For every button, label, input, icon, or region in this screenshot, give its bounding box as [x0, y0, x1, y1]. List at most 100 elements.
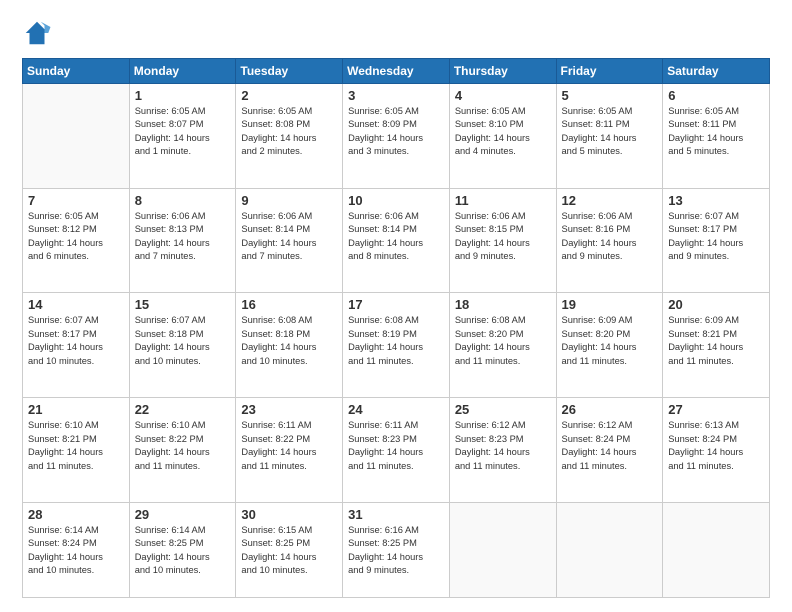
week-row-1: 1 Sunrise: 6:05 AMSunset: 8:07 PMDaylight…: [23, 84, 770, 189]
calendar-cell: 9 Sunrise: 6:06 AMSunset: 8:14 PMDaylight…: [236, 188, 343, 293]
day-info: Sunrise: 6:05 AMSunset: 8:09 PMDaylight:…: [348, 105, 444, 159]
calendar-cell: 16 Sunrise: 6:08 AMSunset: 8:18 PMDayligh…: [236, 293, 343, 398]
day-info: Sunrise: 6:14 AMSunset: 8:24 PMDaylight:…: [28, 524, 124, 578]
calendar-cell: 19 Sunrise: 6:09 AMSunset: 8:20 PMDayligh…: [556, 293, 663, 398]
calendar-cell: 1 Sunrise: 6:05 AMSunset: 8:07 PMDaylight…: [129, 84, 236, 189]
calendar-cell: [556, 502, 663, 597]
week-row-5: 28 Sunrise: 6:14 AMSunset: 8:24 PMDayligh…: [23, 502, 770, 597]
calendar-cell: 12 Sunrise: 6:06 AMSunset: 8:16 PMDayligh…: [556, 188, 663, 293]
week-row-2: 7Sunrise: 6:05 AMSunset: 8:12 PMDaylight…: [23, 188, 770, 293]
day-info: Sunrise: 6:06 AMSunset: 8:14 PMDaylight:…: [348, 210, 444, 264]
day-number: 2: [241, 88, 337, 103]
calendar-cell: 23 Sunrise: 6:11 AMSunset: 8:22 PMDayligh…: [236, 398, 343, 503]
calendar-cell: 10 Sunrise: 6:06 AMSunset: 8:14 PMDayligh…: [343, 188, 450, 293]
day-number: 13: [668, 193, 764, 208]
day-number: 10: [348, 193, 444, 208]
day-number: 9: [241, 193, 337, 208]
day-info: Sunrise: 6:11 AMSunset: 8:22 PMDaylight:…: [241, 419, 337, 473]
day-number: 18: [455, 297, 551, 312]
calendar-table: SundayMondayTuesdayWednesdayThursdayFrid…: [22, 58, 770, 598]
day-number: 27: [668, 402, 764, 417]
header: [22, 18, 770, 48]
weekday-header-monday: Monday: [129, 59, 236, 84]
day-info: Sunrise: 6:14 AMSunset: 8:25 PMDaylight:…: [135, 524, 231, 578]
day-info: Sunrise: 6:08 AMSunset: 8:18 PMDaylight:…: [241, 314, 337, 368]
day-number: 3: [348, 88, 444, 103]
calendar-cell: [663, 502, 770, 597]
day-info: Sunrise: 6:08 AMSunset: 8:20 PMDaylight:…: [455, 314, 551, 368]
week-row-3: 14 Sunrise: 6:07 AMSunset: 8:17 PMDayligh…: [23, 293, 770, 398]
calendar-cell: 25 Sunrise: 6:12 AMSunset: 8:23 PMDayligh…: [449, 398, 556, 503]
calendar-cell: 28 Sunrise: 6:14 AMSunset: 8:24 PMDayligh…: [23, 502, 130, 597]
day-info: Sunrise: 6:07 AMSunset: 8:18 PMDaylight:…: [135, 314, 231, 368]
calendar-cell: 27Sunrise: 6:13 AMSunset: 8:24 PMDayligh…: [663, 398, 770, 503]
calendar-cell: 3 Sunrise: 6:05 AMSunset: 8:09 PMDaylight…: [343, 84, 450, 189]
day-info: Sunrise: 6:16 AMSunset: 8:25 PMDaylight:…: [348, 524, 444, 578]
day-number: 26: [562, 402, 658, 417]
weekday-header-tuesday: Tuesday: [236, 59, 343, 84]
day-info: Sunrise: 6:11 AMSunset: 8:23 PMDaylight:…: [348, 419, 444, 473]
day-number: 21: [28, 402, 124, 417]
calendar-cell: 5 Sunrise: 6:05 AMSunset: 8:11 PMDaylight…: [556, 84, 663, 189]
day-number: 17: [348, 297, 444, 312]
page: SundayMondayTuesdayWednesdayThursdayFrid…: [0, 0, 792, 612]
calendar-cell: 4Sunrise: 6:05 AMSunset: 8:10 PMDaylight…: [449, 84, 556, 189]
calendar-cell: 2 Sunrise: 6:05 AMSunset: 8:08 PMDaylight…: [236, 84, 343, 189]
day-number: 11: [455, 193, 551, 208]
day-number: 12: [562, 193, 658, 208]
calendar-cell: 8 Sunrise: 6:06 AMSunset: 8:13 PMDaylight…: [129, 188, 236, 293]
day-number: 25: [455, 402, 551, 417]
day-info: Sunrise: 6:05 AMSunset: 8:12 PMDaylight:…: [28, 210, 124, 264]
calendar-cell: 11 Sunrise: 6:06 AMSunset: 8:15 PMDayligh…: [449, 188, 556, 293]
calendar-cell: [449, 502, 556, 597]
day-info: Sunrise: 6:08 AMSunset: 8:19 PMDaylight:…: [348, 314, 444, 368]
calendar-cell: 18 Sunrise: 6:08 AMSunset: 8:20 PMDayligh…: [449, 293, 556, 398]
day-info: Sunrise: 6:05 AMSunset: 8:08 PMDaylight:…: [241, 105, 337, 159]
day-number: 28: [28, 507, 124, 522]
day-number: 14: [28, 297, 124, 312]
week-row-4: 21Sunrise: 6:10 AMSunset: 8:21 PMDayligh…: [23, 398, 770, 503]
logo-icon: [22, 18, 52, 48]
calendar-cell: 20Sunrise: 6:09 AMSunset: 8:21 PMDayligh…: [663, 293, 770, 398]
day-info: Sunrise: 6:12 AMSunset: 8:23 PMDaylight:…: [455, 419, 551, 473]
day-number: 23: [241, 402, 337, 417]
weekday-header-row: SundayMondayTuesdayWednesdayThursdayFrid…: [23, 59, 770, 84]
day-number: 24: [348, 402, 444, 417]
day-number: 1: [135, 88, 231, 103]
day-info: Sunrise: 6:15 AMSunset: 8:25 PMDaylight:…: [241, 524, 337, 578]
day-info: Sunrise: 6:06 AMSunset: 8:13 PMDaylight:…: [135, 210, 231, 264]
day-number: 8: [135, 193, 231, 208]
day-number: 22: [135, 402, 231, 417]
day-number: 19: [562, 297, 658, 312]
day-number: 6: [668, 88, 764, 103]
day-info: Sunrise: 6:07 AMSunset: 8:17 PMDaylight:…: [28, 314, 124, 368]
day-number: 16: [241, 297, 337, 312]
weekday-header-thursday: Thursday: [449, 59, 556, 84]
calendar-cell: 17 Sunrise: 6:08 AMSunset: 8:19 PMDayligh…: [343, 293, 450, 398]
calendar-cell: 14 Sunrise: 6:07 AMSunset: 8:17 PMDayligh…: [23, 293, 130, 398]
day-number: 4: [455, 88, 551, 103]
day-info: Sunrise: 6:06 AMSunset: 8:16 PMDaylight:…: [562, 210, 658, 264]
day-info: Sunrise: 6:06 AMSunset: 8:15 PMDaylight:…: [455, 210, 551, 264]
day-info: Sunrise: 6:09 AMSunset: 8:20 PMDaylight:…: [562, 314, 658, 368]
calendar-cell: 24 Sunrise: 6:11 AMSunset: 8:23 PMDayligh…: [343, 398, 450, 503]
day-info: Sunrise: 6:05 AMSunset: 8:11 PMDaylight:…: [562, 105, 658, 159]
day-number: 5: [562, 88, 658, 103]
day-info: Sunrise: 6:05 AMSunset: 8:11 PMDaylight:…: [668, 105, 764, 159]
day-number: 31: [348, 507, 444, 522]
calendar-cell: 21Sunrise: 6:10 AMSunset: 8:21 PMDayligh…: [23, 398, 130, 503]
day-info: Sunrise: 6:10 AMSunset: 8:22 PMDaylight:…: [135, 419, 231, 473]
day-info: Sunrise: 6:05 AMSunset: 8:07 PMDaylight:…: [135, 105, 231, 159]
weekday-header-saturday: Saturday: [663, 59, 770, 84]
calendar-cell: 22 Sunrise: 6:10 AMSunset: 8:22 PMDayligh…: [129, 398, 236, 503]
day-info: Sunrise: 6:09 AMSunset: 8:21 PMDaylight:…: [668, 314, 764, 368]
day-number: 15: [135, 297, 231, 312]
day-info: Sunrise: 6:06 AMSunset: 8:14 PMDaylight:…: [241, 210, 337, 264]
calendar-cell: 15 Sunrise: 6:07 AMSunset: 8:18 PMDayligh…: [129, 293, 236, 398]
calendar-cell: 26Sunrise: 6:12 AMSunset: 8:24 PMDayligh…: [556, 398, 663, 503]
weekday-header-friday: Friday: [556, 59, 663, 84]
weekday-header-sunday: Sunday: [23, 59, 130, 84]
calendar-cell: 30 Sunrise: 6:15 AMSunset: 8:25 PMDayligh…: [236, 502, 343, 597]
day-number: 30: [241, 507, 337, 522]
day-info: Sunrise: 6:07 AMSunset: 8:17 PMDaylight:…: [668, 210, 764, 264]
